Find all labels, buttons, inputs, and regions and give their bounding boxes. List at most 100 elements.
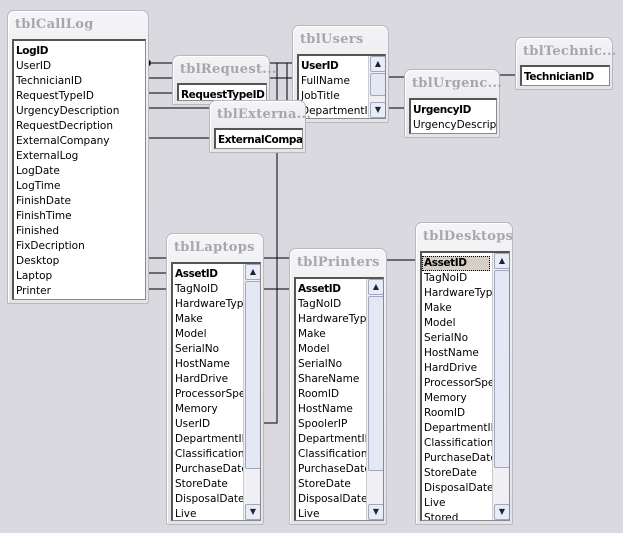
table-desktops[interactable]: tblDesktops AssetID TagNoID HardwareType Mak… xyxy=(415,222,513,525)
table-title[interactable]: tblPrinters xyxy=(297,255,380,270)
field-serialno[interactable]: SerialNo xyxy=(296,357,366,372)
table-title[interactable]: tblCallLog xyxy=(15,17,94,32)
table-title[interactable]: tblUrgenc... xyxy=(412,76,502,91)
field-userid[interactable]: UserID xyxy=(173,417,243,432)
field-storedate[interactable]: StoreDate xyxy=(296,477,366,492)
field-logid[interactable]: LogID xyxy=(14,44,145,59)
field-tagnoid[interactable]: TagNoID xyxy=(173,282,243,297)
field-processorspeed[interactable]: ProcessorSpeed xyxy=(173,387,259,402)
scroll-thumb[interactable] xyxy=(370,73,385,97)
field-live[interactable]: Live xyxy=(173,507,243,520)
field-list[interactable]: AssetID TagNoID HardwareType Make Model Seria… xyxy=(294,277,384,521)
table-title[interactable]: tblRequest... xyxy=(180,62,277,77)
scroll-thumb[interactable] xyxy=(368,296,383,472)
field-list[interactable]: LogID UserID TechnicianID RequestTypeID Urge… xyxy=(12,39,146,300)
field-roomid[interactable]: RoomID xyxy=(422,406,492,421)
field-finishtime[interactable]: FinishTime xyxy=(14,209,145,224)
scrollbar[interactable]: ▲ ▼ xyxy=(368,56,385,118)
field-processorspeed[interactable]: ProcessorSpeed xyxy=(422,376,508,391)
field-hostname[interactable]: HostName xyxy=(296,402,366,417)
field-harddrive[interactable]: HardDrive xyxy=(422,361,492,376)
scroll-down-icon[interactable]: ▼ xyxy=(494,504,509,520)
scrollbar[interactable]: ▲ ▼ xyxy=(492,253,509,520)
field-hardwaretype[interactable]: HardwareType xyxy=(296,312,373,327)
field-storedate[interactable]: StoreDate xyxy=(422,466,492,481)
scroll-up-icon[interactable]: ▲ xyxy=(368,279,383,295)
field-urgencydescription[interactable]: UrgencyDescription xyxy=(14,104,145,119)
table-external[interactable]: tblExterna... ExternalCompany xyxy=(209,100,311,153)
field-model[interactable]: Model xyxy=(173,327,243,342)
field-assetid[interactable]: AssetID xyxy=(296,282,366,297)
field-laptop[interactable]: Laptop xyxy=(14,269,145,284)
field-requestdecription[interactable]: RequestDecription xyxy=(14,119,145,134)
field-technicianid[interactable]: TechnicianID xyxy=(522,70,609,85)
field-make[interactable]: Make xyxy=(422,301,492,316)
field-memory[interactable]: Memory xyxy=(173,402,243,417)
field-assetid[interactable]: AssetID xyxy=(422,256,490,271)
field-serialno[interactable]: SerialNo xyxy=(422,331,492,346)
table-calllog[interactable]: tblCallLog LogID UserID TechnicianID Request… xyxy=(7,10,149,304)
table-title[interactable]: tblTechnic... xyxy=(523,44,617,59)
field-live[interactable]: Live xyxy=(296,507,366,520)
field-finishdate[interactable]: FinishDate xyxy=(14,194,145,209)
field-disposaldate[interactable]: DisposalDate xyxy=(296,492,367,507)
field-disposaldate[interactable]: DisposalDate xyxy=(422,481,493,496)
field-printer[interactable]: Printer xyxy=(14,284,145,299)
table-title[interactable]: tblUsers xyxy=(300,32,364,47)
table-title[interactable]: tblDesktops xyxy=(423,229,513,244)
field-list[interactable]: RequestTypeID xyxy=(177,83,267,101)
field-technicianid[interactable]: TechnicianID xyxy=(14,74,145,89)
scrollbar[interactable]: ▲ ▼ xyxy=(366,279,383,520)
scroll-down-icon[interactable]: ▼ xyxy=(245,504,260,520)
field-model[interactable]: Model xyxy=(422,316,492,331)
field-list[interactable]: AssetID TagNoID HardwareType Make Model Seria… xyxy=(171,262,261,521)
field-fixdecription[interactable]: FixDecription xyxy=(14,239,145,254)
field-make[interactable]: Make xyxy=(296,327,366,342)
field-logdate[interactable]: LogDate xyxy=(14,164,145,179)
field-list[interactable]: TechnicianID xyxy=(520,65,610,86)
field-departmentid[interactable]: DepartmentID xyxy=(296,432,373,447)
field-userid[interactable]: UserID xyxy=(14,59,145,74)
field-classificationid[interactable]: ClassificationID xyxy=(422,436,505,451)
field-purchasedate[interactable]: PurchaseDate xyxy=(422,451,497,466)
field-stored[interactable]: Stored xyxy=(422,511,492,520)
field-purchasedate[interactable]: PurchaseDate xyxy=(296,462,371,477)
field-externalcompany[interactable]: ExternalCompany xyxy=(216,133,302,148)
field-jobtitle[interactable]: JobTitle xyxy=(299,89,368,104)
field-classificationid[interactable]: ClassificationID xyxy=(173,447,256,462)
field-urgencydescription[interactable]: UrgencyDescription xyxy=(411,118,496,133)
field-purchasedate[interactable]: PurchaseDate xyxy=(173,462,248,477)
field-memory[interactable]: Memory xyxy=(422,391,492,406)
field-hostname[interactable]: HostName xyxy=(422,346,492,361)
field-live[interactable]: Live xyxy=(422,496,492,511)
field-spoolerip[interactable]: SpoolerIP xyxy=(296,417,366,432)
field-hardwaretype[interactable]: HardwareType xyxy=(173,297,250,312)
field-externalcompany[interactable]: ExternalCompany xyxy=(14,134,145,149)
field-fullname[interactable]: FullName xyxy=(299,74,368,89)
field-make[interactable]: Make xyxy=(173,312,243,327)
field-urgencyid[interactable]: UrgencyID xyxy=(411,103,496,118)
field-classificationid[interactable]: ClassificationID xyxy=(296,447,379,462)
field-hardwaretype[interactable]: HardwareType xyxy=(422,286,499,301)
table-laptops[interactable]: tblLaptops AssetID TagNoID HardwareType Make… xyxy=(166,233,264,525)
field-list[interactable]: AssetID TagNoID HardwareType Make Model Seria… xyxy=(420,251,510,521)
field-logtime[interactable]: LogTime xyxy=(14,179,145,194)
field-externallog[interactable]: ExternalLog xyxy=(14,149,145,164)
field-requesttypeid[interactable]: RequestTypeID xyxy=(14,89,145,104)
field-serialno[interactable]: SerialNo xyxy=(173,342,243,357)
table-request[interactable]: tblRequest... RequestTypeID xyxy=(172,55,276,105)
field-storedate[interactable]: StoreDate xyxy=(173,477,243,492)
field-harddrive[interactable]: HardDrive xyxy=(173,372,243,387)
scroll-down-icon[interactable]: ▼ xyxy=(370,102,385,118)
table-printers[interactable]: tblPrinters AssetID TagNoID HardwareType Mak… xyxy=(289,248,387,525)
scroll-up-icon[interactable]: ▲ xyxy=(494,253,509,269)
table-title[interactable]: tblExterna... xyxy=(217,107,311,122)
field-userid[interactable]: UserID xyxy=(299,59,368,74)
scroll-up-icon[interactable]: ▲ xyxy=(370,56,385,72)
scrollbar[interactable]: ▲ ▼ xyxy=(243,264,260,520)
field-sharename[interactable]: ShareName xyxy=(296,372,366,387)
field-tagnoid[interactable]: TagNoID xyxy=(296,297,366,312)
scroll-thumb[interactable] xyxy=(494,270,509,468)
field-departmentid[interactable]: DepartmentID xyxy=(173,432,250,447)
field-desktop[interactable]: Desktop xyxy=(14,254,145,269)
